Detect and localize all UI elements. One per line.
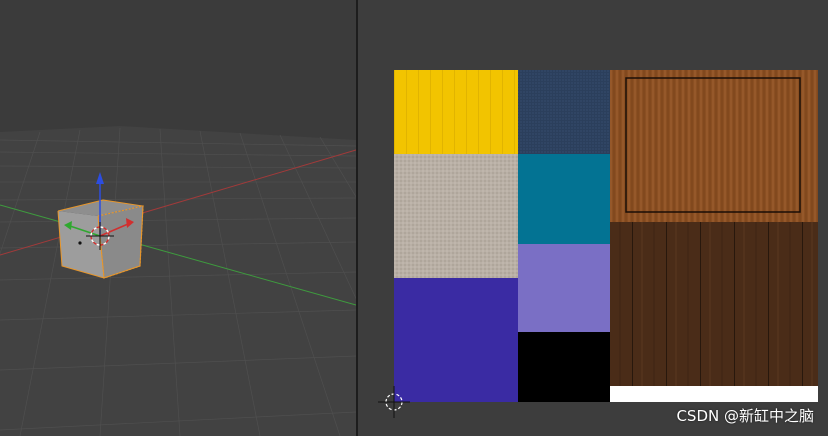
texture-atlas-image bbox=[394, 70, 818, 402]
3d-viewport-scene bbox=[0, 126, 356, 436]
tile-indigo bbox=[394, 278, 518, 402]
uv-image-editor[interactable]: CSDN @新缸中之脑 bbox=[358, 0, 828, 436]
tile-blue-fabric bbox=[518, 70, 610, 154]
tile-wood-framed bbox=[610, 70, 818, 222]
tile-teal bbox=[518, 154, 610, 244]
object-origin bbox=[78, 241, 82, 245]
texture-atlas-tiles bbox=[394, 70, 818, 402]
3d-viewport[interactable] bbox=[0, 0, 356, 436]
tile-dark-wood bbox=[610, 222, 818, 386]
tile-yellow-planks bbox=[394, 70, 518, 154]
grid-floor bbox=[0, 126, 356, 436]
tile-lavender bbox=[518, 244, 610, 332]
tile-black bbox=[518, 332, 610, 402]
tile-beige-carpet bbox=[394, 154, 518, 278]
tile-white-strip bbox=[610, 386, 818, 402]
blender-window: CSDN @新缸中之脑 bbox=[0, 0, 828, 436]
watermark-text: CSDN @新缸中之脑 bbox=[676, 407, 814, 425]
